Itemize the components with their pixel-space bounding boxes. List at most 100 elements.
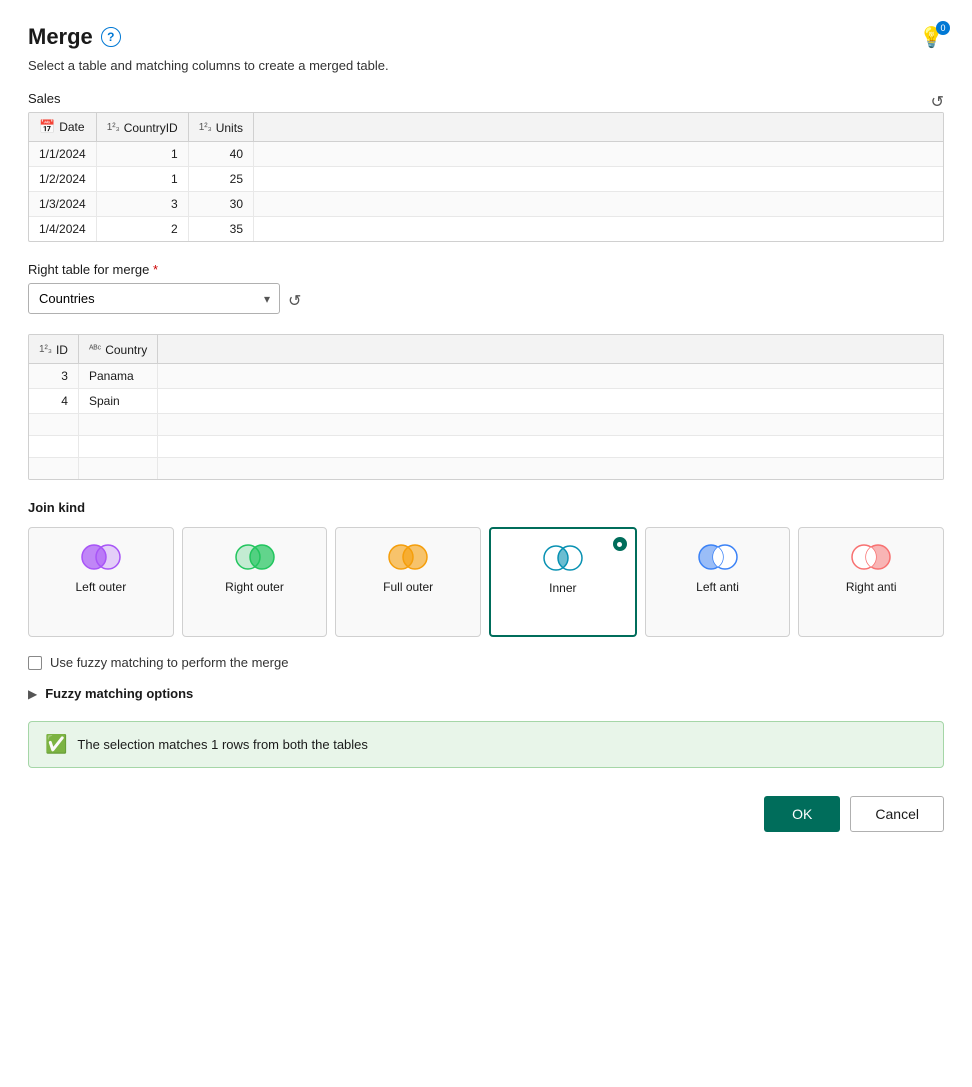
fuzzy-options-row: ▶ Fuzzy matching options	[28, 686, 944, 701]
num-icon-countryid: 1²₃	[107, 122, 120, 133]
sales-row2-date: 1/2/2024	[29, 167, 96, 192]
join-option-right-anti[interactable]: Right anti	[798, 527, 944, 637]
success-check-icon: ✅	[45, 734, 67, 755]
sales-row3-empty	[254, 192, 943, 217]
right-table-dropdown[interactable]: Countries	[28, 283, 280, 314]
table-row: 1/4/2024 2 35	[29, 217, 943, 242]
empty6	[158, 435, 943, 457]
right-anti-svg	[848, 542, 894, 572]
join-option-inner[interactable]: Inner	[489, 527, 637, 637]
required-star: *	[153, 262, 158, 277]
sales-row1-countryid: 1	[96, 142, 188, 167]
countries-row1-empty	[158, 363, 943, 388]
sales-row1-units: 40	[188, 142, 253, 167]
inner-label: Inner	[549, 581, 576, 595]
countries-col-id[interactable]: 1²₃ ID	[29, 335, 78, 363]
sales-row2-countryid: 1	[96, 167, 188, 192]
sales-row2-units: 25	[188, 167, 253, 192]
selected-indicator	[613, 537, 627, 551]
sales-row4-empty	[254, 217, 943, 242]
join-option-left-outer[interactable]: Left outer	[28, 527, 174, 637]
sales-row4-countryid: 2	[96, 217, 188, 242]
calendar-icon: 📅	[39, 119, 55, 135]
dropdown-row: Countries ▾ ↺	[28, 283, 944, 324]
right-outer-svg	[232, 542, 278, 572]
footer-buttons: OK Cancel	[28, 796, 944, 832]
success-banner: ✅ The selection matches 1 rows from both…	[28, 721, 944, 768]
sales-row3-countryid: 3	[96, 192, 188, 217]
inner-svg	[540, 543, 586, 573]
fuzzy-matching-checkbox[interactable]	[28, 656, 42, 670]
sales-col-empty	[254, 113, 943, 142]
sales-row4-units: 35	[188, 217, 253, 242]
left-anti-svg	[695, 542, 741, 572]
countries-table-container: 1²₃ ID ᴬᴮᶜ Country 3 Panama	[28, 334, 944, 480]
sales-table-container: 📅 Date 1²₃ CountryID 1²₃ Units	[28, 112, 944, 242]
right-outer-venn	[232, 542, 278, 572]
table-row: 1/2/2024 1 25	[29, 167, 943, 192]
sales-row2-empty	[254, 167, 943, 192]
sales-refresh-icon[interactable]: ↺	[931, 92, 944, 112]
header: Merge ? 💡 0	[28, 24, 944, 50]
right-outer-label: Right outer	[225, 580, 284, 594]
left-outer-svg	[78, 542, 124, 572]
full-outer-venn	[385, 542, 431, 572]
join-option-right-outer[interactable]: Right outer	[182, 527, 328, 637]
table-row: 1/3/2024 3 30	[29, 192, 943, 217]
subtitle: Select a table and matching columns to c…	[28, 58, 944, 73]
empty4	[29, 435, 78, 457]
table-row empty-table-rows	[29, 457, 943, 479]
sales-table-label: Sales	[28, 91, 61, 106]
sales-col-units[interactable]: 1²₃ Units	[188, 113, 253, 142]
abc-icon-country: ᴬᴮᶜ	[89, 344, 101, 355]
left-anti-label: Left anti	[696, 580, 739, 594]
sales-col-date[interactable]: 📅 Date	[29, 113, 96, 142]
table-row empty-table-rows	[29, 413, 943, 435]
sales-row4-date: 1/4/2024	[29, 217, 96, 242]
inner-venn	[540, 543, 586, 573]
join-option-full-outer[interactable]: Full outer	[335, 527, 481, 637]
countries-col-country[interactable]: ᴬᴮᶜ Country	[78, 335, 157, 363]
lightbulb-container: 💡 0	[919, 25, 944, 50]
right-table-label: Right table for merge *	[28, 262, 158, 277]
left-anti-venn	[695, 542, 741, 572]
full-outer-svg	[385, 542, 431, 572]
countries-row1-id: 3	[29, 363, 78, 388]
left-outer-venn	[78, 542, 124, 572]
fuzzy-matching-row: Use fuzzy matching to perform the merge	[28, 655, 944, 670]
sales-row1-date: 1/1/2024	[29, 142, 96, 167]
empty9	[158, 457, 943, 479]
full-outer-label: Full outer	[383, 580, 433, 594]
empty7	[29, 457, 78, 479]
right-anti-label: Right anti	[846, 580, 897, 594]
success-text: The selection matches 1 rows from both t…	[77, 737, 367, 752]
table-row: 3 Panama	[29, 363, 943, 388]
right-table-refresh-icon[interactable]: ↺	[288, 291, 301, 311]
title-area: Merge ?	[28, 24, 121, 50]
countries-col-empty	[158, 335, 943, 363]
help-icon[interactable]: ?	[101, 27, 121, 47]
sales-col-countryid[interactable]: 1²₃ CountryID	[96, 113, 188, 142]
num-icon-id: 1²₃	[39, 344, 52, 355]
join-options-container: Left outer Right outer Full outer	[28, 527, 944, 637]
fuzzy-options-chevron-icon[interactable]: ▶	[28, 687, 37, 701]
table-row: 1/1/2024 1 40	[29, 142, 943, 167]
lightbulb-badge: 0	[936, 21, 950, 35]
ok-button[interactable]: OK	[764, 796, 840, 832]
left-outer-label: Left outer	[75, 580, 126, 594]
sales-row3-date: 1/3/2024	[29, 192, 96, 217]
countries-row2-empty	[158, 388, 943, 413]
right-table-header: Right table for merge *	[28, 262, 944, 277]
countries-row2-country: Spain	[78, 388, 157, 413]
table-row empty-table-rows	[29, 435, 943, 457]
cancel-button[interactable]: Cancel	[850, 796, 944, 832]
right-anti-venn	[848, 542, 894, 572]
join-option-left-anti[interactable]: Left anti	[645, 527, 791, 637]
sales-table-header: Sales ↺	[28, 91, 944, 112]
num-icon-units: 1²₃	[199, 122, 212, 133]
table-row: 4 Spain	[29, 388, 943, 413]
countries-row1-country: Panama	[78, 363, 157, 388]
sales-row1-empty	[254, 142, 943, 167]
right-table-dropdown-container: Countries ▾	[28, 283, 280, 314]
fuzzy-matching-label: Use fuzzy matching to perform the merge	[50, 655, 288, 670]
